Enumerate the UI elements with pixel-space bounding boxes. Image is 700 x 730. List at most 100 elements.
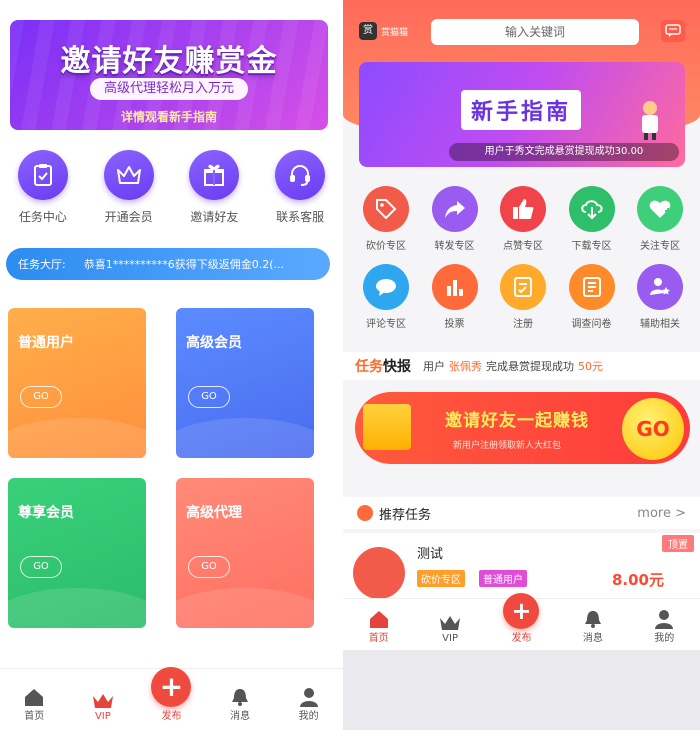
category-forward[interactable]: 转发专区 — [422, 186, 488, 252]
tab-home[interactable]: 首页 — [349, 609, 409, 644]
feature-invite-friends[interactable]: 邀请好友 — [174, 150, 254, 225]
card-wave — [176, 588, 314, 628]
feature-label: 开通会员 — [104, 210, 153, 224]
ticker-text: 恭喜1**********6获得下级返佣金0.2(... — [83, 258, 284, 271]
feature-task-center[interactable]: 任务中心 — [3, 150, 83, 225]
tab-mine[interactable]: 我的 — [279, 687, 339, 722]
tab-label: 首页 — [24, 711, 45, 722]
plus-icon: + — [503, 593, 540, 629]
tab-home[interactable]: 首页 — [4, 687, 64, 722]
plus-icon: + — [151, 667, 192, 707]
message-icon[interactable] — [661, 20, 685, 42]
card-go-button[interactable]: GO — [188, 556, 230, 578]
invite-banner[interactable]: 邀请好友赚赏金 高级代理轻松月入万元 详情观看新手指南 — [10, 20, 328, 130]
card-go-button[interactable]: GO — [188, 386, 230, 408]
category-label: 转发专区 — [434, 241, 475, 252]
card-premium-member[interactable]: 尊享会员 GO — [8, 478, 146, 628]
tab-label: 首页 — [368, 633, 389, 644]
tab-label: 我的 — [654, 633, 675, 644]
thumbs-up-icon — [500, 186, 546, 232]
flame-icon — [357, 505, 373, 521]
task-express-bar[interactable]: 任务快报 用户 张佩秀 完成悬赏提现成功 50元 — [343, 352, 700, 380]
express-user-name: 张佩秀 — [449, 360, 482, 373]
task-name: 测试 — [417, 547, 444, 562]
card-title: 尊享会员 — [18, 505, 74, 521]
bell-icon — [563, 609, 623, 629]
left-tabbar: 首页 VIP + 发布 消息 我的 — [0, 667, 343, 730]
tab-label: 消息 — [230, 711, 251, 722]
card-wave — [8, 588, 146, 628]
category-like[interactable]: 点赞专区 — [490, 186, 556, 252]
tab-messages[interactable]: 消息 — [563, 609, 623, 644]
express-message: 完成悬赏提现成功 — [486, 360, 574, 373]
category-comment[interactable]: 评论专区 — [353, 264, 419, 330]
category-follow[interactable]: 关注专区 — [627, 186, 693, 252]
card-title: 高级代理 — [186, 505, 242, 521]
card-title: 普通用户 — [18, 335, 74, 351]
tab-publish[interactable]: + 发布 — [141, 667, 201, 722]
left-screen: 邀请好友赚赏金 高级代理轻松月入万元 详情观看新手指南 任务中心 开通会员 邀请… — [0, 0, 343, 730]
card-go-button[interactable]: GO — [20, 556, 62, 578]
express-user-label: 用户 — [423, 360, 445, 373]
category-label: 注册 — [513, 319, 533, 330]
tab-mine[interactable]: 我的 — [634, 609, 694, 644]
tab-label: 发布 — [161, 711, 182, 722]
category-label: 调查问卷 — [571, 319, 612, 330]
gift-box-icon — [363, 404, 411, 450]
tab-label: 发布 — [511, 633, 532, 644]
task-price: 8.00元 — [611, 571, 664, 589]
crown-icon — [73, 691, 133, 711]
category-survey[interactable]: 调查问卷 — [559, 264, 625, 330]
task-pinned-badge: 顶置 — [662, 535, 694, 552]
tab-publish[interactable]: + 发布 — [491, 593, 551, 644]
heart-plus-icon — [637, 186, 683, 232]
guide-banner[interactable]: 新手指南 用户于秀文完成悬赏提现成功30.00 — [359, 62, 685, 167]
search-input[interactable]: 输入关键词 — [431, 19, 639, 45]
ticker-label: 任务大厅: — [18, 258, 66, 271]
card-senior-agent[interactable]: 高级代理 GO — [176, 478, 314, 628]
feature-label: 邀请好友 — [190, 210, 239, 224]
category-download[interactable]: 下载专区 — [559, 186, 625, 252]
category-label: 评论专区 — [366, 319, 406, 330]
feature-icons: 任务中心 开通会员 邀请好友 联系客服 — [0, 150, 343, 225]
feature-customer-service[interactable]: 联系客服 — [260, 150, 340, 225]
category-label: 辅助相关 — [640, 319, 680, 330]
bell-icon — [210, 687, 270, 707]
tab-messages[interactable]: 消息 — [210, 687, 270, 722]
headset-icon — [275, 150, 326, 200]
comment-icon — [363, 264, 409, 310]
crown-icon — [103, 150, 154, 200]
card-wave — [176, 418, 314, 458]
clipboard-icon — [17, 150, 68, 200]
recommend-more-link[interactable]: more > — [637, 506, 686, 521]
feature-open-vip[interactable]: 开通会员 — [89, 150, 169, 225]
tab-label: 消息 — [582, 633, 603, 644]
banner-subtitle: 高级代理轻松月入万元 — [90, 78, 248, 100]
category-bargain[interactable]: 砍价专区 — [353, 186, 419, 252]
category-label: 下载专区 — [571, 241, 612, 252]
tab-vip[interactable]: VIP — [420, 613, 480, 644]
card-go-button[interactable]: GO — [20, 386, 62, 408]
task-tag-category: 砍价专区 — [417, 570, 465, 587]
card-ordinary-user[interactable]: 普通用户 GO — [8, 308, 146, 458]
tab-vip[interactable]: VIP — [73, 691, 133, 722]
category-register[interactable]: 注册 — [490, 264, 556, 330]
invite-text: 邀请好友一起赚钱 — [445, 411, 589, 431]
category-vote[interactable]: 投票 — [422, 264, 488, 330]
card-title: 高级会员 — [186, 335, 242, 351]
invite-go-button[interactable]: GO — [622, 398, 684, 460]
tag-icon — [363, 186, 409, 232]
card-senior-member[interactable]: 高级会员 GO — [176, 308, 314, 458]
invite-subtext: 新用户注册领取新人大红包 — [453, 441, 562, 451]
category-row-1: 砍价专区 转发专区 点赞专区 下载专区 关注专区 — [353, 186, 693, 252]
task-tag-user: 普通用户 — [479, 570, 527, 587]
share-icon — [431, 186, 478, 232]
category-label: 关注专区 — [640, 241, 680, 252]
logo-text: 赏猫猫 — [381, 27, 409, 38]
app-logo: 赏 赏猫猫 — [359, 22, 408, 40]
task-hall-ticker[interactable]: 任务大厅: 恭喜1**********6获得下级返佣金0.2(... — [6, 248, 330, 280]
category-assist[interactable]: 辅助相关 — [627, 264, 693, 330]
invite-friends-banner[interactable]: 邀请好友一起赚钱 新用户注册领取新人大红包 GO — [355, 392, 690, 464]
express-amount: 50元 — [578, 360, 603, 373]
category-label: 点赞专区 — [503, 241, 543, 252]
